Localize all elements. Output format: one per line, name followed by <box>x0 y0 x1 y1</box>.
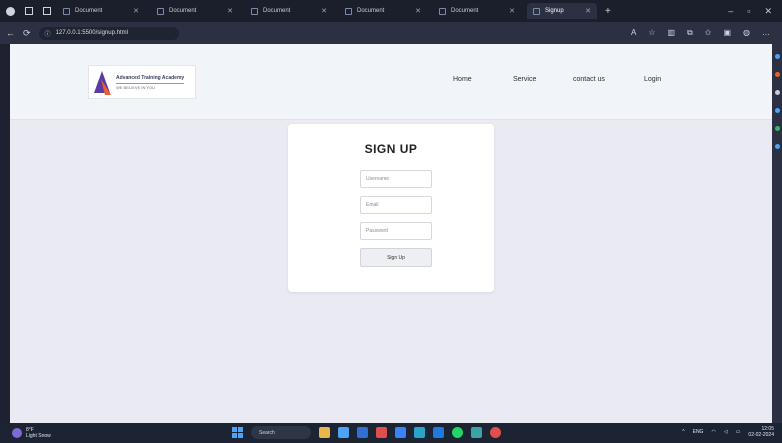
back-icon[interactable]: ← <box>6 28 15 38</box>
tab-actions-icon[interactable] <box>43 7 51 15</box>
taskbar-search[interactable]: Search <box>251 426 311 439</box>
system-tray: ^ ENG ◠ ◁ ▭ 12:05 02-02-2024 <box>682 426 774 438</box>
browser-tab-active[interactable]: Signup ✕ <box>527 3 597 19</box>
vscode-icon[interactable] <box>433 427 444 438</box>
sidebar-games-icon[interactable] <box>775 108 780 113</box>
close-tab-icon[interactable]: ✕ <box>133 7 139 15</box>
page-favicon-icon <box>345 7 352 15</box>
windows-start-icon[interactable] <box>232 427 243 438</box>
edge-browser-icon[interactable] <box>338 427 349 438</box>
language-indicator[interactable]: ENG <box>693 429 704 435</box>
sidebar-shopping-icon[interactable] <box>775 72 780 77</box>
browser-tab[interactable]: Document ✕ <box>151 3 239 19</box>
split-screen-icon[interactable]: ▥ <box>667 28 675 38</box>
browser-tab-label: Document <box>263 8 291 14</box>
browser-tab[interactable]: Document ✕ <box>433 3 521 19</box>
page-viewport: Advanced Training Academy WE BELIEVE IN … <box>10 44 772 423</box>
minimize-icon[interactable]: – <box>728 6 733 17</box>
browser-tab-label: Document <box>451 8 479 14</box>
address-text: 127.0.0.1:5500/signup.html <box>55 30 128 36</box>
workspaces-icon[interactable] <box>25 7 33 15</box>
taskbar-apps: Search <box>232 426 501 439</box>
signup-card: SIGN UP Sign Up <box>288 124 494 292</box>
close-window-icon[interactable]: ✕ <box>764 6 772 17</box>
favorite-icon[interactable]: ☆ <box>648 28 655 38</box>
signup-title: SIGN UP <box>364 142 418 156</box>
sidebar-search-icon[interactable] <box>775 54 780 59</box>
page-favicon-icon <box>157 7 164 15</box>
window-controls: – ▫ ✕ <box>728 6 782 17</box>
sidebar-office-icon[interactable] <box>775 126 780 131</box>
sidebar-outlook-icon[interactable] <box>775 144 780 149</box>
password-input[interactable] <box>360 222 432 240</box>
sidebar-tools-icon[interactable] <box>775 90 780 95</box>
read-aloud-icon[interactable]: A <box>631 28 636 38</box>
page-favicon-icon <box>439 7 446 15</box>
close-tab-icon[interactable]: ✕ <box>415 7 421 15</box>
close-tab-icon[interactable]: ✕ <box>227 7 233 15</box>
page-favicon-icon <box>63 7 70 15</box>
browser-tab[interactable]: Document ✕ <box>57 3 145 19</box>
signup-button[interactable]: Sign Up <box>360 248 432 267</box>
collections-icon[interactable]: ▣ <box>723 28 731 38</box>
terminal-icon[interactable] <box>414 427 425 438</box>
site-logo[interactable]: Advanced Training Academy WE BELIEVE IN … <box>88 65 196 99</box>
favorites-bar-icon[interactable]: ✩ <box>705 28 712 38</box>
weather-icon <box>12 428 22 438</box>
file-explorer-icon[interactable] <box>319 427 330 438</box>
store-icon[interactable] <box>357 427 368 438</box>
site-info-icon[interactable]: ⓘ <box>45 29 51 38</box>
profile-sync-icon[interactable]: ◍ <box>743 28 750 38</box>
browser-tab-label: Document <box>75 8 103 14</box>
taskbar-search-label: Search <box>259 429 275 436</box>
nav-link-service[interactable]: Service <box>513 76 536 83</box>
maximize-icon[interactable]: ▫ <box>747 6 750 17</box>
chrome-icon[interactable] <box>490 427 501 438</box>
page-favicon-icon <box>251 7 258 15</box>
new-tab-button[interactable]: + <box>605 6 611 17</box>
wifi-icon[interactable]: ◠ <box>711 429 715 435</box>
username-input[interactable] <box>360 170 432 188</box>
browser-tab[interactable]: Document ✕ <box>245 3 333 19</box>
browser-tools: A ☆ ▥ ⧉ ✩ ▣ ◍ … <box>631 28 776 38</box>
browser-tab-label: Document <box>169 8 197 14</box>
photos-icon[interactable] <box>395 427 406 438</box>
weather-widget[interactable]: 8°F Light Snow <box>12 427 51 439</box>
weather-desc: Light Snow <box>26 433 51 439</box>
browser-tab-label: Document <box>357 8 385 14</box>
close-tab-icon[interactable]: ✕ <box>585 7 591 15</box>
nav-link-contact[interactable]: contact us <box>573 76 605 83</box>
show-hidden-icons[interactable]: ^ <box>682 429 684 435</box>
app-icon[interactable] <box>471 427 482 438</box>
close-tab-icon[interactable]: ✕ <box>509 7 515 15</box>
browser-tab-label: Signup <box>545 8 564 14</box>
battery-icon[interactable]: ▭ <box>736 429 741 435</box>
nav-link-home[interactable]: Home <box>453 76 472 83</box>
logo-tagline: WE BELIEVE IN YOU <box>116 82 185 90</box>
page-favicon-icon <box>533 7 540 15</box>
mail-icon[interactable] <box>376 427 387 438</box>
refresh-icon[interactable]: ⟳ <box>23 28 31 39</box>
academy-logo-icon <box>92 69 112 95</box>
site-navbar: Advanced Training Academy WE BELIEVE IN … <box>10 44 772 120</box>
clock-date: 02-02-2024 <box>748 432 774 438</box>
browser-tab-strip: Document ✕ Document ✕ Document ✕ Documen… <box>0 0 782 22</box>
close-tab-icon[interactable]: ✕ <box>321 7 327 15</box>
address-bar[interactable]: ⓘ 127.0.0.1:5500/signup.html <box>38 26 179 40</box>
browser-edge-sidebar <box>772 44 782 423</box>
extensions-icon[interactable]: ⧉ <box>687 28 693 38</box>
os-taskbar: 8°F Light Snow Search ^ ENG ◠ ◁ ▭ 12:05 … <box>0 423 782 443</box>
browser-tab[interactable]: Document ✕ <box>339 3 427 19</box>
browser-toolbar: ← ⟳ ⓘ 127.0.0.1:5500/signup.html A ☆ ▥ ⧉… <box>0 22 782 44</box>
profile-icon[interactable] <box>6 6 15 16</box>
volume-icon[interactable]: ◁ <box>724 429 728 435</box>
nav-link-login[interactable]: Login <box>644 76 661 83</box>
whatsapp-icon[interactable] <box>452 427 463 438</box>
more-menu-icon[interactable]: … <box>762 28 770 38</box>
logo-title: Advanced Training Academy <box>116 74 185 81</box>
clock[interactable]: 12:05 02-02-2024 <box>748 426 774 438</box>
email-input[interactable] <box>360 196 432 214</box>
